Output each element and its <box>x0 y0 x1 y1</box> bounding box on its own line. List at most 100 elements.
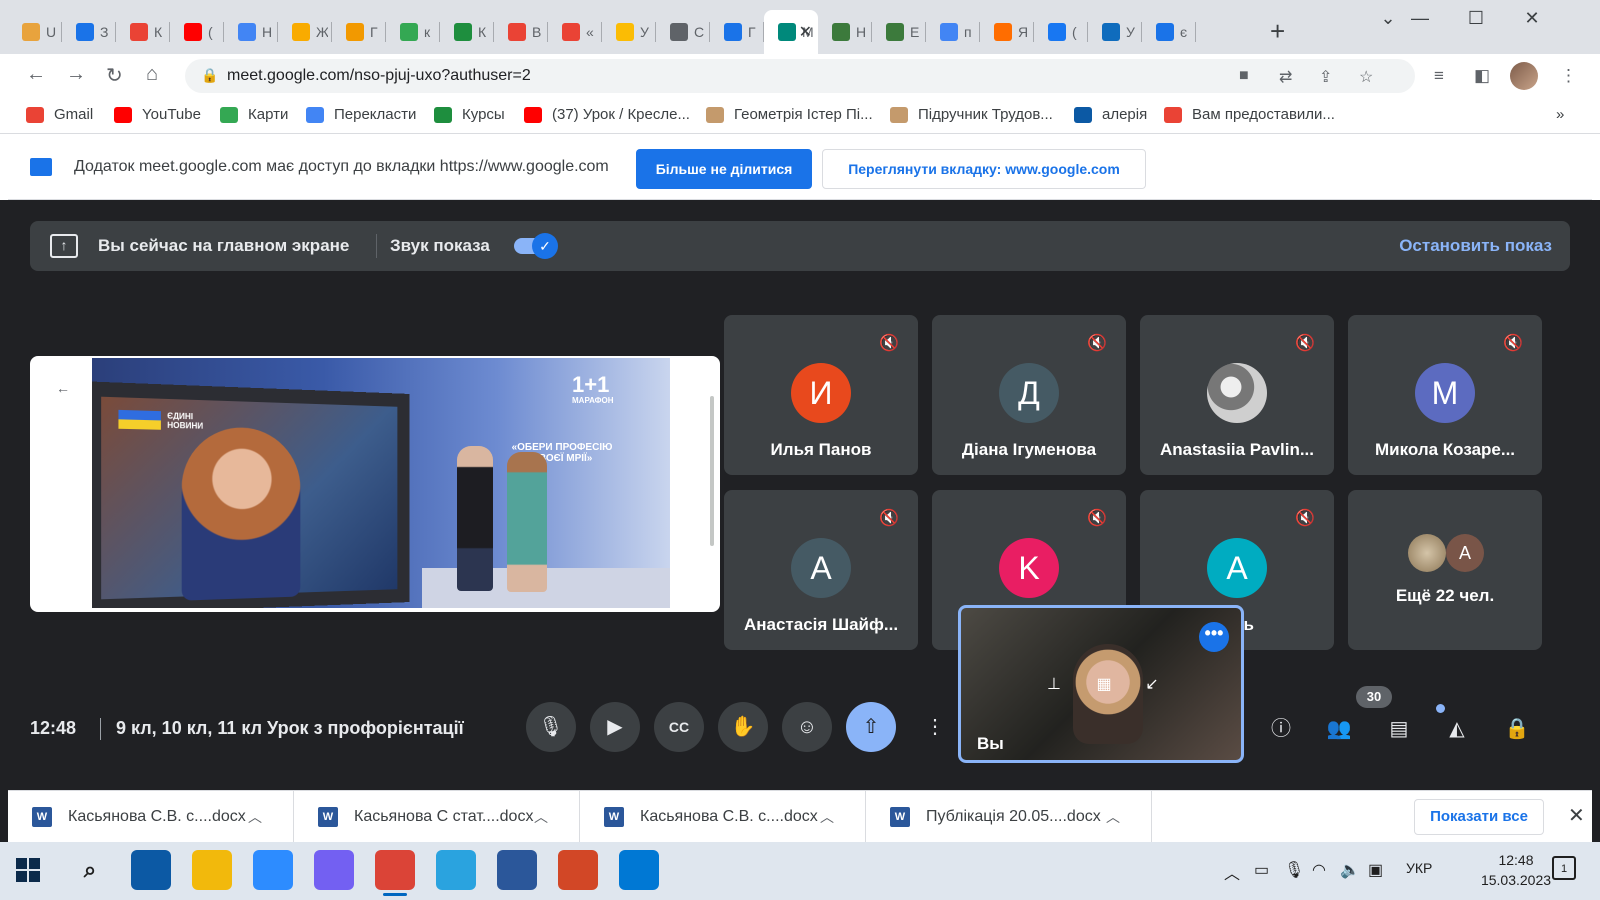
stop-presenting-button[interactable]: Остановить показ <box>1399 236 1552 256</box>
side-panel-icon[interactable]: ◧ <box>1474 66 1490 86</box>
participant-tile[interactable]: 🔇 M Микола Козаре... <box>1348 315 1542 475</box>
chevron-up-icon[interactable]: ︿ <box>534 807 548 827</box>
display-icon[interactable]: ▣ <box>1368 860 1383 880</box>
wifi-icon[interactable]: ◠ <box>1312 860 1326 880</box>
captions-icon[interactable]: CC <box>654 702 704 752</box>
lock-icon[interactable]: 🔒 <box>201 67 218 84</box>
notifications-icon[interactable]: 1 <box>1552 856 1576 880</box>
menu-icon[interactable]: ⋮ <box>1560 66 1577 86</box>
bookmark-item[interactable]: Карти <box>220 106 288 123</box>
present-screen-button[interactable]: ⇧ <box>846 702 896 752</box>
tab[interactable]: У <box>602 10 656 54</box>
host-controls-icon[interactable]: 🔒 <box>1502 714 1532 744</box>
bookmark-item[interactable]: YouTube <box>114 106 201 123</box>
pin-icon[interactable]: ⊥ <box>1043 674 1065 696</box>
tab[interactable]: ( <box>170 10 224 54</box>
photos-icon[interactable] <box>619 850 659 890</box>
download-item[interactable]: W Касьянова С стат....docx ︿ <box>294 791 580 843</box>
tab[interactable]: С <box>656 10 710 54</box>
chevron-up-icon[interactable]: ︿ <box>1106 807 1120 827</box>
chrome-icon[interactable] <box>375 850 415 896</box>
emoji-icon[interactable]: ☺ <box>782 702 832 752</box>
download-item[interactable]: W Касьянова С.В. с....docx ︿ <box>8 791 294 843</box>
zoom-icon[interactable] <box>253 850 293 890</box>
tab[interactable]: З <box>62 10 116 54</box>
new-tab-button[interactable]: + <box>1270 18 1285 44</box>
show-all-downloads-button[interactable]: Показати все <box>1414 799 1544 835</box>
tab[interactable]: U <box>8 10 62 54</box>
activities-icon[interactable]: ◭ <box>1442 714 1472 744</box>
info-icon[interactable]: ⓘ <box>1266 714 1296 744</box>
tab[interactable]: ( <box>1034 10 1088 54</box>
edge-icon[interactable] <box>131 850 171 890</box>
bookmark-item[interactable]: (37) Урок / Кресле... <box>524 106 690 123</box>
telegram-icon[interactable] <box>436 850 476 890</box>
tab[interactable]: Г <box>332 10 386 54</box>
tab[interactable]: Ж <box>278 10 332 54</box>
back-arrow-icon[interactable]: ← <box>56 380 70 396</box>
participant-tile[interactable]: 🔇 A Анастасія Шайф... <box>724 490 918 650</box>
folder-icon[interactable] <box>192 850 232 890</box>
participant-tile[interactable]: 🔇 Д Діана Ігуменова <box>932 315 1126 475</box>
close-downloads-icon[interactable]: ✕ <box>1568 803 1585 828</box>
tab[interactable]: В <box>494 10 548 54</box>
forward-icon[interactable]: → <box>66 63 86 86</box>
reading-list-icon[interactable]: ≡ <box>1434 66 1444 86</box>
tab[interactable]: К <box>440 10 494 54</box>
chat-icon[interactable]: ▤ <box>1384 714 1414 744</box>
chevron-up-icon[interactable]: ︿ <box>1224 860 1240 884</box>
more-options-icon[interactable]: ⋮ <box>910 702 960 752</box>
tab[interactable]: Н <box>818 10 872 54</box>
raise-hand-icon[interactable]: ✋ <box>718 702 768 752</box>
tab[interactable]: « <box>548 10 602 54</box>
microphone-icon[interactable]: 🎙 <box>526 702 576 752</box>
language-indicator[interactable]: УКР <box>1406 860 1432 876</box>
tab[interactable]: є <box>1142 10 1196 54</box>
tab[interactable]: М ✕ <box>764 10 818 54</box>
people-icon[interactable]: 👥 <box>1324 714 1354 744</box>
microphone-tray-icon[interactable]: 🎙 <box>1284 860 1304 880</box>
stop-sharing-button[interactable]: Більше не ділитися <box>636 149 812 189</box>
reload-icon[interactable]: ↻ <box>106 63 123 88</box>
minimize-icon[interactable]: ↙ <box>1141 674 1163 696</box>
audio-toggle[interactable]: ✓ <box>514 233 558 259</box>
tab[interactable]: Н <box>224 10 278 54</box>
chevron-up-icon[interactable]: ︿ <box>248 807 262 827</box>
scrollbar[interactable] <box>710 396 714 546</box>
home-icon[interactable]: ⌂ <box>146 63 158 86</box>
bookmark-star-icon[interactable]: ☆ <box>1359 67 1373 87</box>
minimize-button[interactable]: — <box>1392 8 1448 29</box>
tab[interactable]: К <box>116 10 170 54</box>
share-icon[interactable]: ⇪ <box>1319 67 1332 87</box>
bookmark-item[interactable]: алерія <box>1074 106 1147 123</box>
profile-avatar[interactable] <box>1510 62 1538 90</box>
view-tab-button[interactable]: Переглянути вкладку: www.google.com <box>822 149 1146 189</box>
more-options-icon[interactable]: ••• <box>1199 622 1229 652</box>
bookmark-item[interactable]: Gmail <box>26 106 93 123</box>
close-window-button[interactable]: ✕ <box>1504 8 1560 29</box>
download-item[interactable]: W Касьянова С.В. с....docx ︿ <box>580 791 866 843</box>
address-bar[interactable]: 🔒 meet.google.com/nso-pjuj-uxo?authuser=… <box>185 59 1415 93</box>
bookmark-item[interactable]: Вам предоставили... <box>1164 106 1335 123</box>
bookmark-item[interactable]: Курсы <box>434 106 505 123</box>
tab[interactable]: Я <box>980 10 1034 54</box>
camera-icon[interactable]: ■ <box>1239 67 1249 85</box>
word-icon[interactable] <box>497 850 537 890</box>
camera-icon[interactable]: ▶ <box>590 702 640 752</box>
bookmark-item[interactable]: Підручник Трудов... <box>890 106 1053 123</box>
translate-icon[interactable]: ⇄ <box>1279 67 1292 87</box>
viber-icon[interactable] <box>314 850 354 890</box>
download-item[interactable]: W Публікація 20.05....docx ︿ <box>866 791 1152 843</box>
search-icon[interactable]: ⌕ <box>70 850 110 890</box>
tab[interactable]: У <box>1088 10 1142 54</box>
windows-start-icon[interactable] <box>16 858 40 882</box>
back-icon[interactable]: ← <box>26 63 46 86</box>
taskbar-clock[interactable]: 12:48 15.03.2023 <box>1466 850 1566 890</box>
participant-tile[interactable]: 🔇 Anastasiia Pavlin... <box>1140 315 1334 475</box>
tab[interactable]: п <box>926 10 980 54</box>
tab[interactable]: к <box>386 10 440 54</box>
participant-tile[interactable]: 🔇 И Илья Панов <box>724 315 918 475</box>
more-participants-tile[interactable]: A Ещё 22 чел. <box>1348 490 1542 650</box>
presentation-view[interactable]: ← ЄДИНІ НОВИНИ 1+1 МАРАФОН «ОБЕРИ ПРОФЕС… <box>30 356 720 612</box>
tab[interactable]: Е <box>872 10 926 54</box>
